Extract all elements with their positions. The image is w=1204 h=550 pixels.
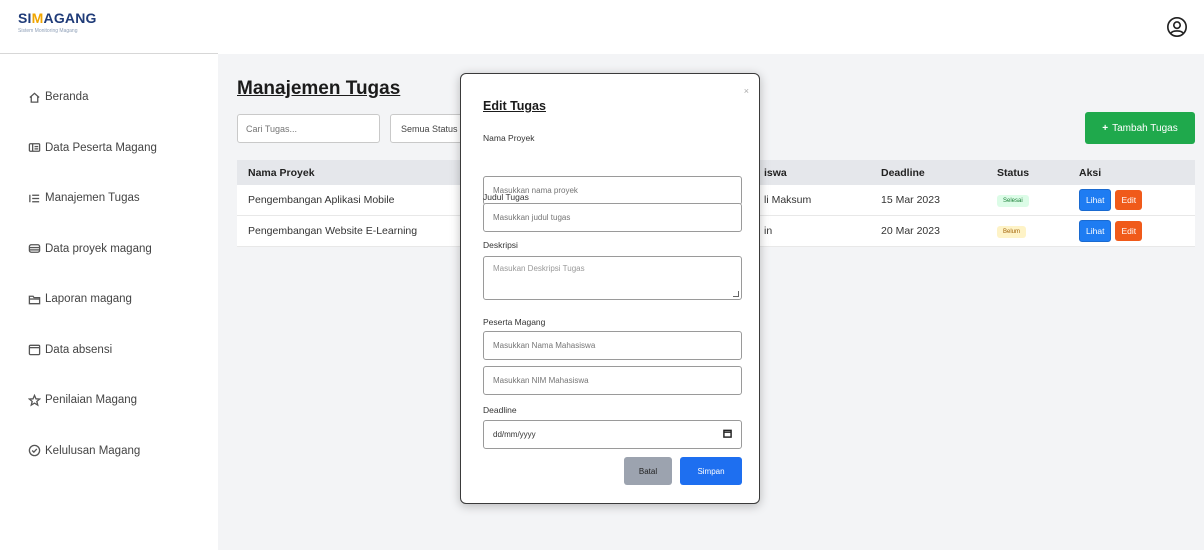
search-input[interactable] xyxy=(237,114,380,143)
status-badge: Belum xyxy=(997,226,1027,238)
sidebar-item-label: Kelulusan Magang xyxy=(45,444,141,457)
sidebar-item-laporan[interactable]: Laporan magang xyxy=(0,274,218,325)
view-button[interactable]: Lihat xyxy=(1079,189,1112,211)
student-nim-input[interactable] xyxy=(483,366,742,395)
cell-actions: Lihat Edit xyxy=(1079,189,1143,211)
edit-task-modal: × Edit Tugas Nama Proyek Judul Tugas Des… xyxy=(460,73,760,504)
view-button[interactable]: Lihat xyxy=(1079,220,1112,242)
description-placeholder: Masukan Deskripsi Tugas xyxy=(493,264,585,273)
sidebar-item-absensi[interactable]: Data absensi xyxy=(0,325,218,376)
deadline-value: dd/mm/yyyy xyxy=(493,430,536,439)
resize-handle-icon[interactable] xyxy=(733,291,739,297)
deadline-input[interactable]: dd/mm/yyyy xyxy=(483,420,742,449)
sidebar-item-penilaian[interactable]: Penilaian Magang xyxy=(0,375,218,426)
cell-project: Pengembangan Aplikasi Mobile xyxy=(248,194,395,206)
cell-project: Pengembangan Website E-Learning xyxy=(248,225,418,237)
close-icon[interactable]: × xyxy=(744,86,749,96)
sidebar-item-data-peserta[interactable]: Data Peserta Magang xyxy=(0,123,218,174)
check-circle-icon xyxy=(27,444,41,458)
list-icon xyxy=(27,191,41,205)
page-title: Manajemen Tugas xyxy=(237,78,401,99)
cancel-button[interactable]: Batal xyxy=(624,457,672,485)
home-icon xyxy=(27,90,41,104)
cell-actions: Lihat Edit xyxy=(1079,220,1143,242)
deadline-label: Deadline xyxy=(483,405,517,415)
sidebar-item-label: Data absensi xyxy=(45,343,113,356)
cell-student: in xyxy=(764,225,773,237)
logo[interactable]: SIMAGANG Sistem Monitoring Magang xyxy=(0,0,218,54)
calendar-icon xyxy=(27,343,41,357)
edit-button[interactable]: Edit xyxy=(1115,221,1143,241)
id-card-icon xyxy=(27,141,41,155)
header-deadline: Deadline xyxy=(881,166,925,179)
intern-label: Peserta Magang xyxy=(483,317,546,327)
sidebar-item-label: Laporan magang xyxy=(45,293,132,306)
project-label: Nama Proyek xyxy=(483,133,535,143)
sidebar-item-data-proyek[interactable]: Data proyek magang xyxy=(0,224,218,275)
plus-icon: + xyxy=(1102,122,1109,134)
sidebar-item-label: Beranda xyxy=(45,91,89,104)
user-circle-icon[interactable] xyxy=(1166,16,1188,38)
edit-button[interactable]: Edit xyxy=(1115,190,1143,210)
add-task-label: Tambah Tugas xyxy=(1112,122,1178,134)
sidebar-item-beranda[interactable]: Beranda xyxy=(0,72,218,123)
description-textarea[interactable]: Masukan Deskripsi Tugas xyxy=(483,256,742,300)
modal-title: Edit Tugas xyxy=(483,99,546,113)
task-input[interactable] xyxy=(483,203,742,232)
sidebar-nav: Beranda Data Peserta Magang Manajemen Tu… xyxy=(0,54,218,476)
add-task-button[interactable]: + Tambah Tugas xyxy=(1085,112,1195,144)
desc-label: Deskripsi xyxy=(483,240,518,250)
cell-deadline: 15 Mar 2023 xyxy=(881,194,940,206)
star-icon xyxy=(27,393,41,407)
topbar xyxy=(218,0,1204,54)
calendar-icon[interactable] xyxy=(723,429,732,440)
sidebar: SIMAGANG Sistem Monitoring Magang Berand… xyxy=(0,0,218,550)
folder-icon xyxy=(27,292,41,306)
cell-status: Selesai xyxy=(997,193,1029,207)
sidebar-item-label: Data Peserta Magang xyxy=(45,141,157,154)
header-aksi: Aksi xyxy=(1079,166,1102,179)
cell-status: Belum xyxy=(997,224,1027,238)
cell-deadline: 20 Mar 2023 xyxy=(881,225,940,237)
task-label: Judul Tugas xyxy=(483,192,529,202)
sidebar-item-kelulusan[interactable]: Kelulusan Magang xyxy=(0,426,218,477)
sidebar-item-label: Penilaian Magang xyxy=(45,394,138,407)
sidebar-item-manajemen-tugas[interactable]: Manajemen Tugas xyxy=(0,173,218,224)
logo-text: SIMAGANG xyxy=(18,10,97,26)
status-badge: Selesai xyxy=(997,195,1029,207)
logo-subtitle: Sistem Monitoring Magang xyxy=(18,28,78,34)
header-status: Status xyxy=(997,166,1030,179)
sidebar-item-label: Data proyek magang xyxy=(45,242,152,255)
database-icon xyxy=(27,242,41,256)
cell-student: li Maksum xyxy=(764,194,812,206)
sidebar-item-label: Manajemen Tugas xyxy=(45,192,140,205)
student-name-input[interactable] xyxy=(483,331,742,360)
header-nama-proyek: Nama Proyek xyxy=(248,166,315,179)
save-button[interactable]: Simpan xyxy=(680,457,742,485)
header-mahasiswa: iswa xyxy=(764,166,787,179)
status-filter-select[interactable]: Semua Status xyxy=(390,114,470,143)
